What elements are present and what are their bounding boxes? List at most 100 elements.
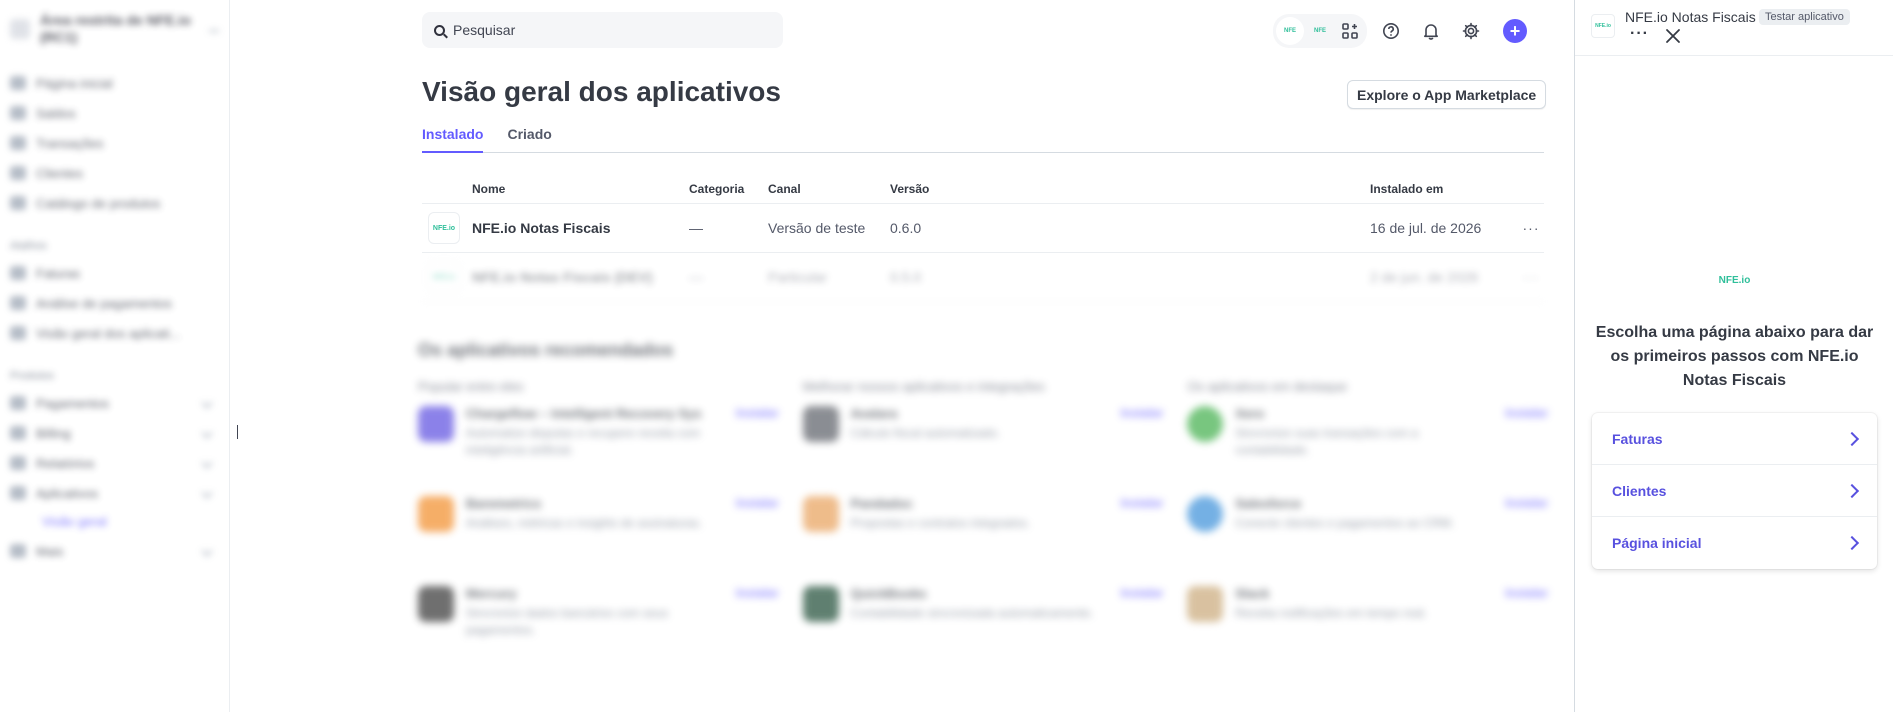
apps-table: Nome Categoria Canal Versão Instalado em…	[422, 175, 1544, 302]
app-logo	[1187, 406, 1224, 442]
sidebar-shortcut-apps-overview[interactable]: Visão geral dos aplicati...	[10, 318, 219, 348]
install-button[interactable]: Instalar	[1505, 586, 1548, 676]
explore-marketplace-button[interactable]: Explore o App Marketplace	[1347, 80, 1547, 109]
app-name: Pandadoc	[850, 496, 913, 511]
sidebar-shortcut-invoices[interactable]: Faturas	[10, 258, 219, 288]
payments-icon	[10, 396, 26, 410]
column-header-channel[interactable]: Canal	[768, 182, 890, 196]
chevron-icon	[209, 26, 219, 32]
column-header-category[interactable]: Categoria	[689, 182, 768, 196]
close-icon[interactable]	[1665, 28, 1681, 44]
sidebar-item-home[interactable]: Página inicial	[10, 68, 219, 98]
help-button[interactable]	[1375, 15, 1407, 47]
sidebar-item-label: Saldos	[36, 105, 76, 121]
table-row[interactable]: NFE.io NFE.io Notas Fiscais (DEV) — Part…	[422, 253, 1544, 302]
topbar: Pesquisar NFE NFE +	[422, 12, 1575, 48]
install-button[interactable]: Instalar	[1121, 496, 1164, 586]
app-name[interactable]: NFE.io Notas Fiscais (DEV)	[472, 269, 689, 285]
app-logo	[1187, 586, 1224, 622]
install-button[interactable]: Instalar	[1121, 586, 1164, 676]
main-content: Pesquisar NFE NFE + Visão geral dos apli…	[230, 0, 1575, 712]
account-switcher[interactable]: Área restrita de NFE.io (RC1)	[10, 12, 219, 46]
app-name[interactable]: NFE.io Notas Fiscais	[472, 220, 689, 236]
tab-created[interactable]: Criado	[507, 124, 551, 153]
app-logo	[418, 586, 454, 622]
sidebar-item-label: Faturas	[36, 265, 81, 281]
drawer-header: NFE.io NFE.io Notas Fiscais Testar aplic…	[1575, 0, 1893, 56]
recommended-app[interactable]: QuickBooks Contabilidade sincronizada aut…	[802, 586, 1164, 676]
bell-icon	[1424, 24, 1438, 40]
sidebar-subitem-overview[interactable]: Visão geral	[10, 508, 219, 536]
recommended-app[interactable]: Xero Sincronize suas transações com a con…	[1187, 406, 1548, 496]
sidebar-item-more[interactable]: Mais	[10, 536, 219, 566]
chevron-down-icon	[201, 397, 213, 409]
sidebar-item-apps[interactable]: Aplicativos	[10, 478, 219, 508]
install-button[interactable]: Instalar	[1121, 406, 1164, 496]
sidebar-shortcut-payment-analysis[interactable]: Análise de pagamentos	[10, 288, 219, 318]
install-button[interactable]: Instalar	[1505, 496, 1548, 586]
sidebar-item-payments[interactable]: Pagamentos	[10, 388, 219, 418]
clock-icon	[10, 296, 26, 310]
sidebar-item-billing[interactable]: Billing	[10, 418, 219, 448]
install-button[interactable]: Instalar	[1505, 406, 1548, 496]
recommended-apps: Os aplicativos recomendados Popular entr…	[418, 340, 1548, 676]
settings-button[interactable]	[1455, 15, 1487, 47]
column-header-name[interactable]: Nome	[472, 182, 689, 196]
sidebar-item-transactions[interactable]: Transações	[10, 128, 219, 158]
table-header: Nome Categoria Canal Versão Instalado em	[422, 175, 1544, 204]
install-button[interactable]: Instalar	[736, 496, 779, 586]
billing-icon	[10, 426, 26, 440]
sidebar-item-reports[interactable]: Relatórios	[10, 448, 219, 478]
recommended-app[interactable]: Mercury Sincronize dados bancários com se…	[418, 586, 779, 676]
chevron-down-icon	[201, 545, 213, 557]
sidebar-item-products[interactable]: Catálogo de produtos	[10, 188, 219, 218]
search-icon	[434, 24, 445, 36]
table-row[interactable]: NFE.io NFE.io Notas Fiscais — Versão de …	[422, 204, 1544, 253]
test-app-badge: Testar aplicativo	[1759, 9, 1850, 25]
drawer-link-home[interactable]: Página inicial	[1592, 517, 1877, 569]
shortcuts-heading: Atalhos	[10, 240, 47, 252]
sidebar: Área restrita de NFE.io (RC1) Página ini…	[0, 0, 230, 712]
recommended-app[interactable]: Slack Receba notificações em tempo real. I…	[1187, 586, 1548, 676]
drawer-link-invoices[interactable]: Faturas	[1592, 413, 1877, 465]
more-icon	[10, 544, 26, 558]
recommended-app[interactable]: Chargeflow – Intelligent Recovery Sys Aut…	[418, 406, 779, 496]
drawer-heading: Escolha uma página abaixo para dar os pr…	[1595, 324, 1874, 389]
sidebar-item-balances[interactable]: Saldos	[10, 98, 219, 128]
app-description: Propostas e contratos integrados.	[850, 516, 1031, 530]
drawer-link-label: Clientes	[1612, 482, 1667, 499]
recommended-app[interactable]: Pandadoc Propostas e contratos integrados…	[802, 496, 1164, 586]
more-options-button[interactable]: ···	[1630, 25, 1649, 43]
app-description: Conecte clientes e pagamentos ao CRM.	[1235, 516, 1455, 530]
sidebar-item-customers[interactable]: Clientes	[10, 158, 219, 188]
recommended-app[interactable]: Salesforce Conecte clientes e pagamentos …	[1187, 496, 1548, 586]
nfe-app-button[interactable]: NFE	[1276, 17, 1304, 45]
customers-icon	[10, 166, 26, 180]
page-title: Visão geral dos aplicativos	[422, 76, 781, 107]
recommended-column: Os aplicativos em destaque Xero Sincroniz…	[1187, 379, 1548, 676]
sidebar-item-label: Clientes	[36, 165, 83, 181]
install-button[interactable]: Instalar	[736, 406, 779, 496]
drawer-link-customers[interactable]: Clientes	[1592, 465, 1877, 517]
search-input[interactable]: Pesquisar	[422, 12, 783, 48]
drawer-link-list: Faturas Clientes Página inicial	[1592, 413, 1877, 569]
row-actions-button[interactable]: ···	[1518, 269, 1544, 285]
column-header-installed[interactable]: Instalado em	[1370, 182, 1518, 196]
tab-installed[interactable]: Instalado	[422, 124, 484, 153]
recommended-column-heading: Melhorar nossos aplicativos e integraçõe…	[802, 379, 1045, 394]
catalog-icon	[10, 196, 26, 210]
account-logo	[10, 19, 30, 39]
app-version: 0.5.0	[890, 269, 922, 285]
column-header-version[interactable]: Versão	[890, 182, 1370, 196]
row-actions-button[interactable]: ···	[1518, 220, 1544, 236]
recommended-app[interactable]: Baremetrics Análises, métricas e insights…	[418, 496, 779, 586]
recommended-app[interactable]: Avalara Cálculo fiscal automatizado. Insta…	[802, 406, 1164, 496]
install-button[interactable]: Instalar	[736, 586, 779, 676]
reports-icon	[10, 456, 26, 470]
apps-grid-button[interactable]	[1336, 17, 1364, 45]
notifications-button[interactable]	[1415, 15, 1447, 47]
create-button[interactable]: +	[1503, 19, 1527, 43]
app-description: Contabilidade sincronizada automaticamen…	[850, 606, 1094, 620]
nfe-dev-app-button[interactable]: NFE	[1306, 17, 1334, 45]
clock-icon	[10, 266, 26, 280]
